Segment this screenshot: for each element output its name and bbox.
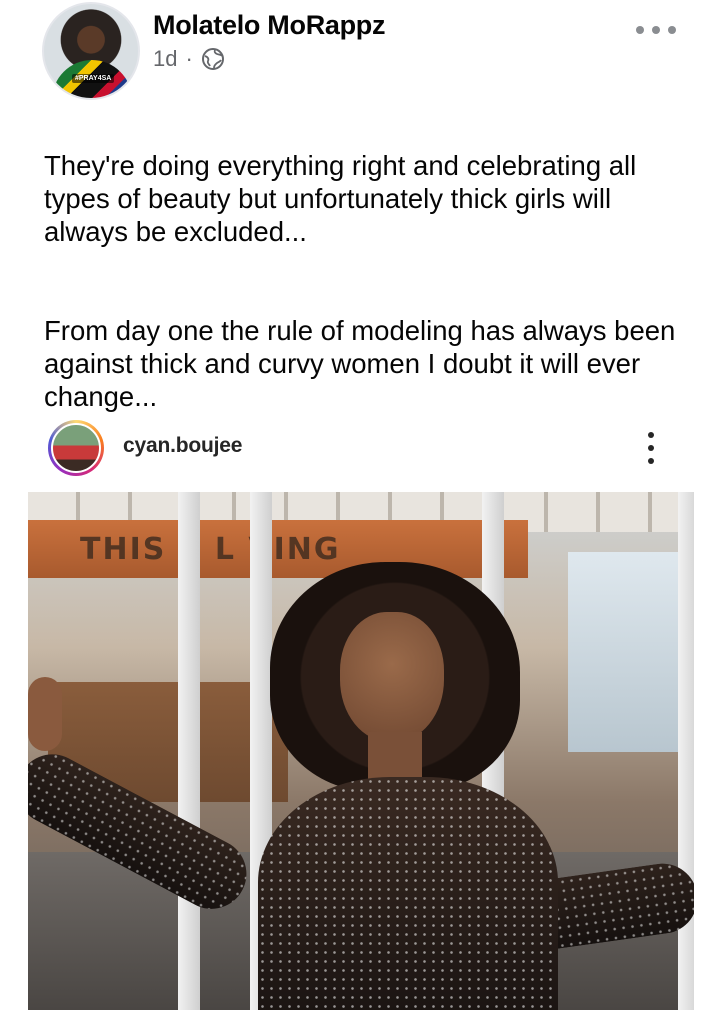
meta-separator: · — [185, 46, 193, 71]
post-paragraph: They're doing everything right and celeb… — [44, 150, 637, 247]
photo-figure-face — [340, 612, 444, 742]
post-header: #PRAY4SA Molatelo MoRappz 1d · — [0, 0, 720, 110]
instagram-avatar[interactable] — [48, 420, 104, 476]
shared-post-header: cyan.boujee — [28, 408, 694, 488]
post-paragraph: From day one the rule of modeling has al… — [44, 315, 676, 412]
photo-pillar — [178, 492, 200, 1010]
photo-figure-body — [258, 777, 558, 1010]
shared-post-photo[interactable]: THIS S L VING — [28, 492, 694, 1010]
photo-pillar — [678, 492, 694, 1010]
instagram-username[interactable]: cyan.boujee — [123, 434, 242, 458]
photo-sign-text: THIS S L VING — [80, 532, 341, 567]
more-vertical-icon[interactable] — [646, 432, 656, 464]
photo-window — [568, 552, 694, 752]
post-time[interactable]: 1d — [153, 46, 177, 72]
globe-icon — [201, 48, 224, 70]
more-horizontal-icon[interactable] — [636, 20, 676, 40]
author-avatar[interactable]: #PRAY4SA — [42, 2, 140, 100]
author-name[interactable]: Molatelo MoRappz — [153, 10, 386, 41]
post-meta: 1d · — [153, 46, 225, 72]
photo-figure-hand — [28, 677, 62, 751]
shared-instagram-post[interactable]: cyan.boujee THIS S L VING — [28, 408, 694, 1010]
avatar-tag: #PRAY4SA — [72, 74, 115, 83]
